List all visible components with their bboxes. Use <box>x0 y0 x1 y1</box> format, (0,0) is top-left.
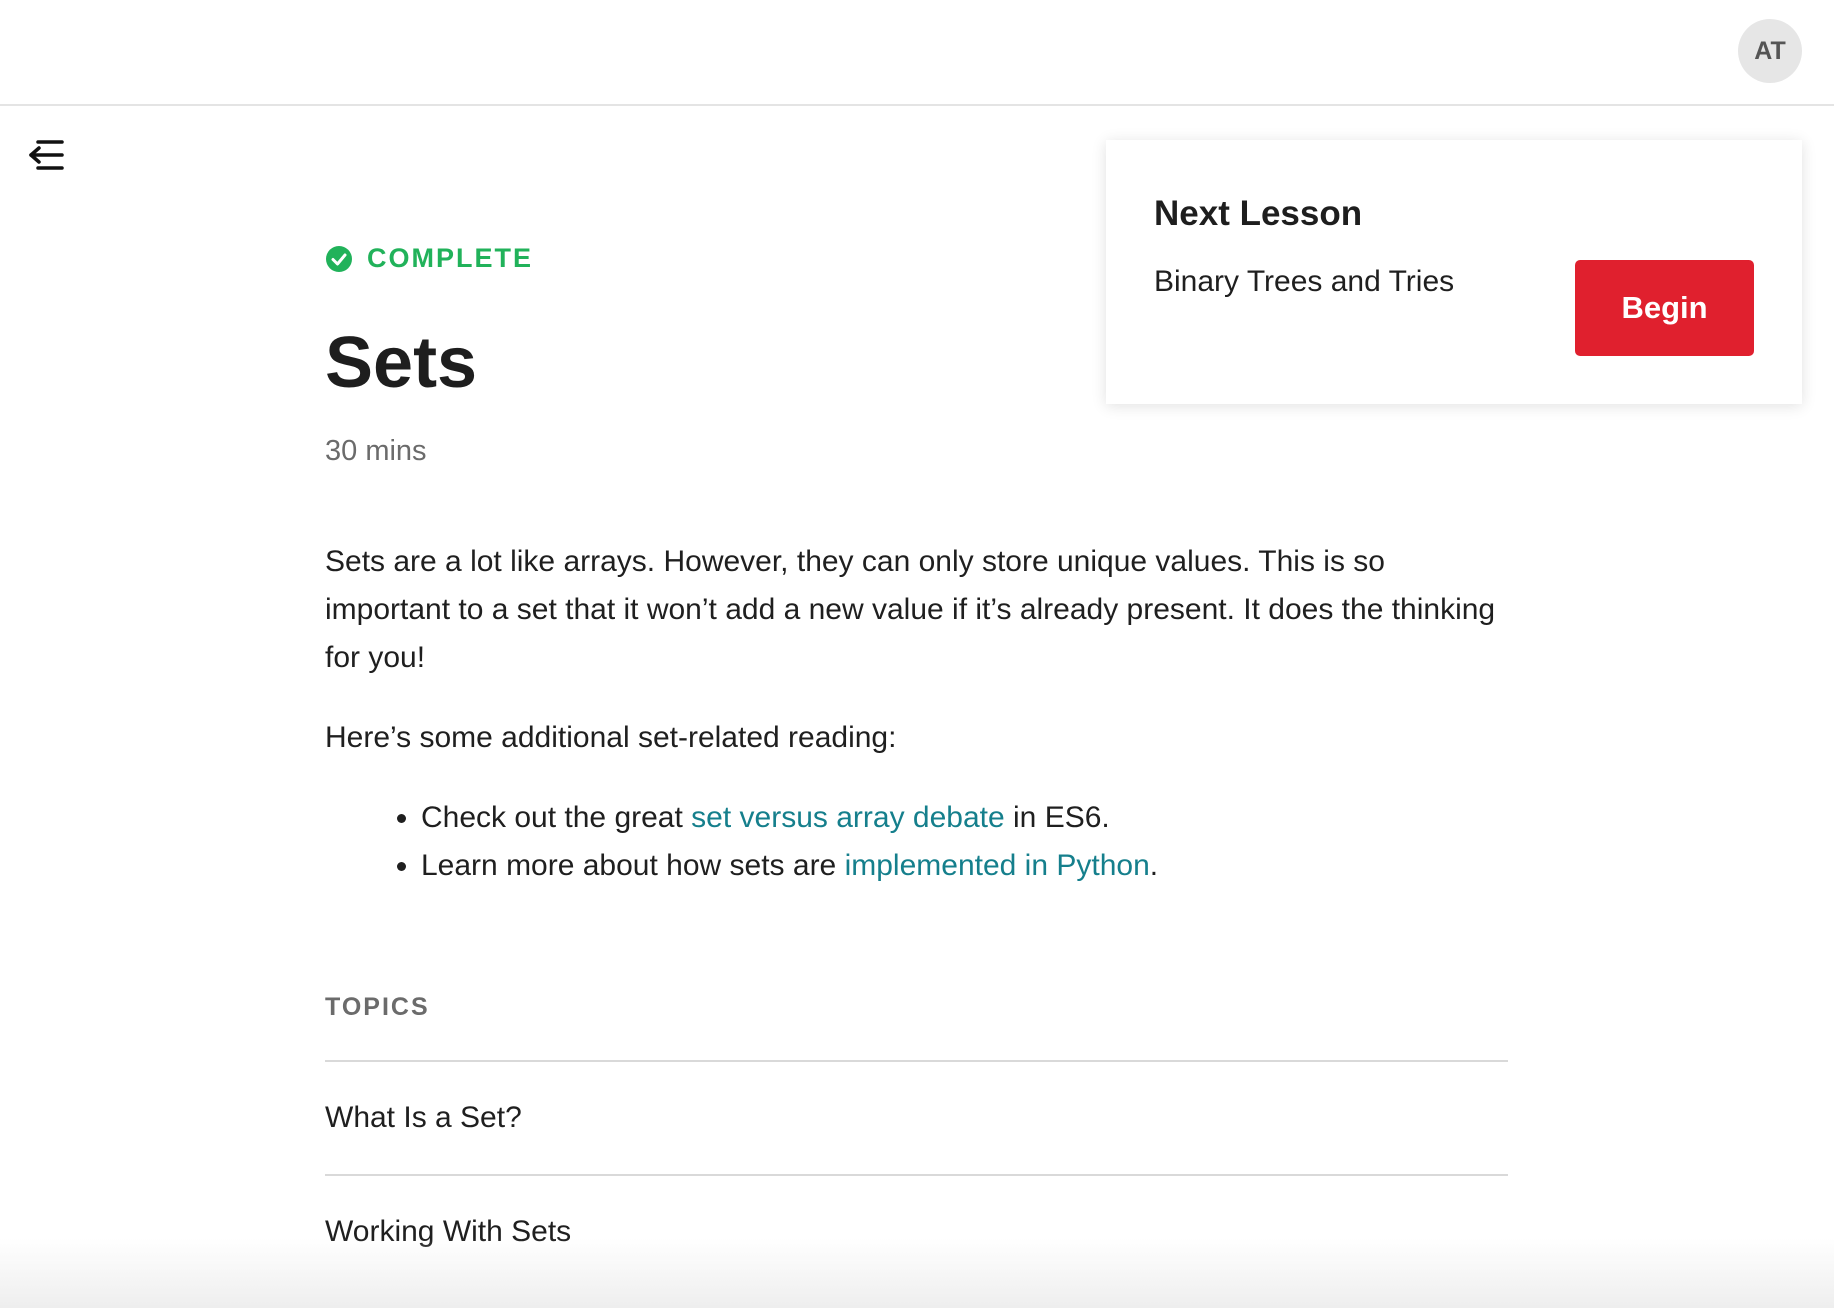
bottom-fade <box>0 1238 1834 1308</box>
python-sets-link[interactable]: implemented in Python <box>845 849 1150 882</box>
lesson-duration: 30 mins <box>325 435 427 467</box>
next-lesson-heading: Next Lesson <box>1154 194 1363 233</box>
user-avatar[interactable]: AT <box>1738 19 1802 83</box>
next-lesson-name: Binary Trees and Tries <box>1154 265 1455 298</box>
topic-item-what-is-a-set[interactable]: What Is a Set? <box>325 1060 1508 1174</box>
lesson-content: Sets are a lot like arrays. However, the… <box>325 538 1515 890</box>
intro-paragraph: Sets are a lot like arrays. However, the… <box>325 545 1496 674</box>
list-item: Learn more about how sets are implemente… <box>421 842 1515 890</box>
reading-list: Check out the great set versus array deb… <box>325 794 1515 890</box>
reading-intro: Here’s some additional set-related readi… <box>325 721 897 754</box>
check-circle-icon <box>326 245 352 272</box>
top-bar: AT <box>0 0 1834 106</box>
begin-button[interactable]: Begin <box>1575 260 1754 356</box>
page-title: Sets <box>325 323 478 403</box>
list-item: Check out the great set versus array deb… <box>421 794 1515 842</box>
completion-status: COMPLETE <box>325 243 533 274</box>
collapse-menu-icon[interactable] <box>28 138 66 174</box>
set-versus-array-link[interactable]: set versus array debate <box>691 801 1005 834</box>
topics-heading: TOPICS <box>325 993 430 1021</box>
next-lesson-card: Next Lesson Binary Trees and Tries Begin <box>1106 140 1802 404</box>
status-label: COMPLETE <box>367 243 534 273</box>
